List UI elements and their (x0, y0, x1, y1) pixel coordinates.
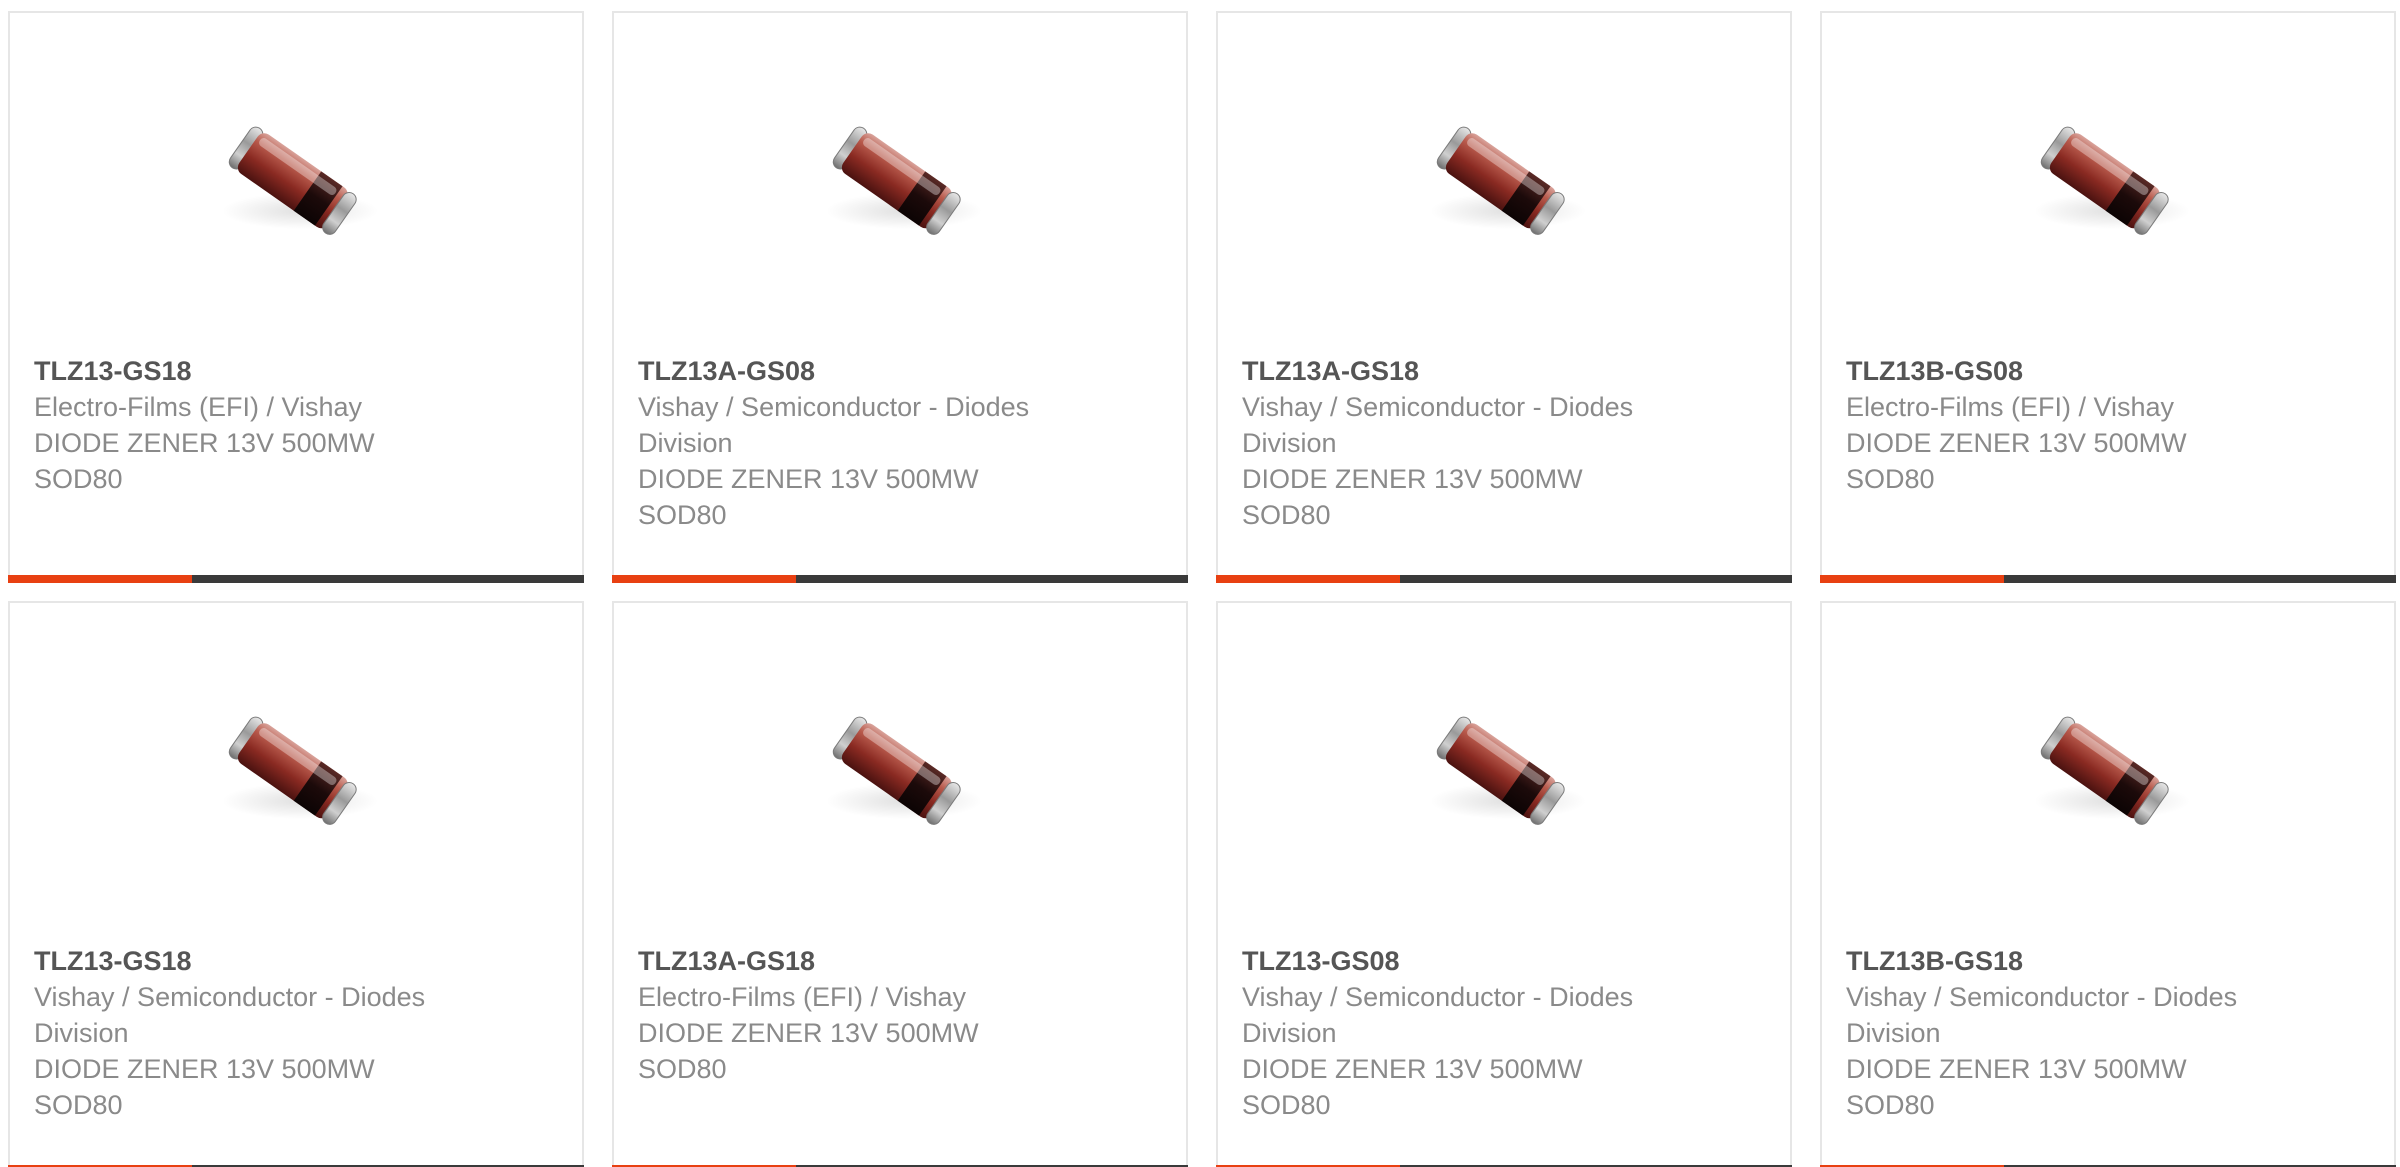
part-number-link[interactable]: TLZ13A-GS18 (1242, 353, 1702, 389)
description: DIODE ZENER 13V 500MW (34, 428, 375, 458)
description: DIODE ZENER 13V 500MW (1846, 1054, 2187, 1084)
zener-diode-image (1404, 83, 1604, 283)
product-card[interactable]: TLZ13-GS18 Electro-Films (EFI) / Vishay … (8, 11, 584, 583)
product-card[interactable]: TLZ13A-GS08 Vishay / Semiconductor - Dio… (612, 11, 1188, 583)
package: SOD80 (34, 1090, 123, 1120)
card-footer-bar (1216, 575, 1792, 583)
product-card[interactable]: TLZ13A-GS18 Electro-Films (EFI) / Vishay… (612, 601, 1188, 1167)
product-card[interactable]: TLZ13-GS08 Vishay / Semiconductor - Diod… (1216, 601, 1792, 1167)
package: SOD80 (1242, 1090, 1331, 1120)
product-info: TLZ13B-GS08 Electro-Films (EFI) / Vishay… (1846, 353, 2306, 497)
package: SOD80 (638, 500, 727, 530)
manufacturer: Vishay / Semiconductor - Diodes Division (1242, 982, 1634, 1048)
card-footer-accent (8, 575, 192, 583)
card-footer-accent (1820, 575, 2004, 583)
card-footer-bar (1820, 575, 2396, 583)
zener-diode-image (800, 673, 1000, 873)
product-info: TLZ13A-GS08 Vishay / Semiconductor - Dio… (638, 353, 1098, 533)
manufacturer: Electro-Films (EFI) / Vishay (638, 982, 967, 1012)
manufacturer: Vishay / Semiconductor - Diodes Division (1846, 982, 2238, 1048)
zener-diode-image (196, 673, 396, 873)
product-card[interactable]: TLZ13B-GS18 Vishay / Semiconductor - Dio… (1820, 601, 2396, 1167)
product-info: TLZ13-GS18 Vishay / Semiconductor - Diod… (34, 943, 494, 1123)
manufacturer: Vishay / Semiconductor - Diodes Division (638, 392, 1030, 458)
zener-diode-image (196, 83, 396, 283)
manufacturer: Electro-Films (EFI) / Vishay (1846, 392, 2175, 422)
part-number-link[interactable]: TLZ13-GS08 (1242, 943, 1702, 979)
card-footer-accent (1216, 575, 1400, 583)
manufacturer: Electro-Films (EFI) / Vishay (34, 392, 363, 422)
card-footer-accent (612, 575, 796, 583)
product-info: TLZ13B-GS18 Vishay / Semiconductor - Dio… (1846, 943, 2306, 1123)
product-card[interactable]: TLZ13-GS18 Vishay / Semiconductor - Diod… (8, 601, 584, 1167)
description: DIODE ZENER 13V 500MW (1846, 428, 2187, 458)
description: DIODE ZENER 13V 500MW (638, 464, 979, 494)
zener-diode-image (2008, 673, 2208, 873)
product-info: TLZ13A-GS18 Vishay / Semiconductor - Dio… (1242, 353, 1702, 533)
part-number-link[interactable]: TLZ13B-GS18 (1846, 943, 2306, 979)
product-card[interactable]: TLZ13A-GS18 Vishay / Semiconductor - Dio… (1216, 11, 1792, 583)
card-footer-bar (8, 575, 584, 583)
product-info: TLZ13A-GS18 Electro-Films (EFI) / Vishay… (638, 943, 1098, 1087)
package: SOD80 (1846, 1090, 1935, 1120)
part-number-link[interactable]: TLZ13-GS18 (34, 943, 494, 979)
package: SOD80 (638, 1054, 727, 1084)
part-number-link[interactable]: TLZ13A-GS18 (638, 943, 1098, 979)
zener-diode-image (2008, 83, 2208, 283)
package: SOD80 (1242, 500, 1331, 530)
product-card[interactable]: TLZ13B-GS08 Electro-Films (EFI) / Vishay… (1820, 11, 2396, 583)
zener-diode-image (800, 83, 1000, 283)
zener-diode-image (1404, 673, 1604, 873)
part-number-link[interactable]: TLZ13A-GS08 (638, 353, 1098, 389)
description: DIODE ZENER 13V 500MW (1242, 464, 1583, 494)
manufacturer: Vishay / Semiconductor - Diodes Division (1242, 392, 1634, 458)
card-footer-bar (612, 575, 1188, 583)
product-info: TLZ13-GS08 Vishay / Semiconductor - Diod… (1242, 943, 1702, 1123)
description: DIODE ZENER 13V 500MW (1242, 1054, 1583, 1084)
manufacturer: Vishay / Semiconductor - Diodes Division (34, 982, 426, 1048)
product-grid: TLZ13-GS18 Electro-Films (EFI) / Vishay … (0, 0, 2400, 1167)
part-number-link[interactable]: TLZ13B-GS08 (1846, 353, 2306, 389)
product-info: TLZ13-GS18 Electro-Films (EFI) / Vishay … (34, 353, 494, 497)
package: SOD80 (1846, 464, 1935, 494)
description: DIODE ZENER 13V 500MW (638, 1018, 979, 1048)
package: SOD80 (34, 464, 123, 494)
part-number-link[interactable]: TLZ13-GS18 (34, 353, 494, 389)
description: DIODE ZENER 13V 500MW (34, 1054, 375, 1084)
